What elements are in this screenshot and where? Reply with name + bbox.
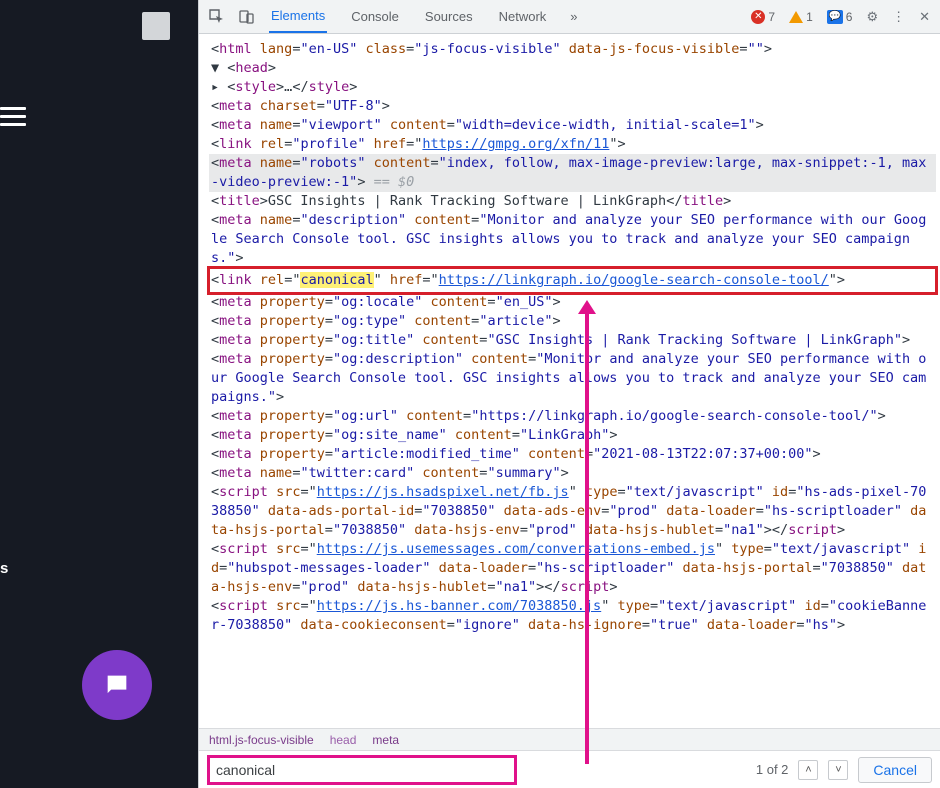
device-toggle-icon[interactable] [239, 9, 255, 25]
error-icon: ✕ [751, 10, 765, 24]
avatar[interactable] [142, 12, 170, 40]
annotation-arrow [585, 310, 589, 764]
dom-node[interactable]: <meta property="og:locale" content="en_U… [209, 293, 936, 312]
devtools-tabs: Elements Console Sources Network » [269, 0, 578, 33]
dom-node[interactable]: <meta property="og:title" content="GSC I… [209, 331, 936, 350]
close-icon[interactable]: ✕ [919, 9, 930, 25]
chat-icon [103, 671, 131, 699]
breadcrumb-item[interactable]: html.js-focus-visible [209, 733, 314, 747]
chat-launcher-button[interactable] [82, 650, 152, 720]
dom-node[interactable]: <script src="https://js.usemessages.com/… [209, 540, 936, 597]
dom-node[interactable]: ▸ <style>…</style> [209, 78, 936, 97]
error-count-badge[interactable]: ✕ 7 [751, 10, 775, 24]
devtools-panel: Elements Console Sources Network » ✕ 7 1… [198, 0, 940, 788]
find-bar: 1 of 2 ˄ ˅ Cancel [199, 750, 940, 788]
tab-elements[interactable]: Elements [269, 0, 327, 33]
dom-node[interactable]: <meta charset="UTF-8"> [209, 97, 936, 116]
tab-console[interactable]: Console [349, 0, 401, 33]
breadcrumb-item[interactable]: meta [372, 733, 399, 747]
find-next-button[interactable]: ˅ [828, 760, 848, 780]
find-prev-button[interactable]: ˄ [798, 760, 818, 780]
gear-icon[interactable]: ⚙ [866, 9, 878, 25]
kebab-menu-icon[interactable]: ⋮ [892, 9, 905, 25]
warning-count-badge[interactable]: 1 [789, 10, 813, 24]
dom-node[interactable]: <meta property="og:site_name" content="L… [209, 426, 936, 445]
warning-count: 1 [806, 10, 813, 24]
warning-icon [789, 11, 803, 23]
dom-node[interactable]: <meta property="og:description" content=… [209, 350, 936, 407]
dom-node[interactable]: <meta property="og:type" content="articl… [209, 312, 936, 331]
devtools-toolbar: Elements Console Sources Network » ✕ 7 1… [199, 0, 940, 34]
error-count: 7 [768, 10, 775, 24]
find-match-counter: 1 of 2 [756, 762, 789, 777]
tab-network[interactable]: Network [497, 0, 549, 33]
dom-node[interactable]: <meta name="description" content="Monito… [209, 211, 936, 268]
elements-dom-tree[interactable]: <html lang="en-US" class="js-focus-visib… [199, 34, 940, 728]
dom-node[interactable]: <script src="https://js.hsadspixel.net/f… [209, 483, 936, 540]
inspect-icon[interactable] [209, 9, 225, 25]
dom-node[interactable]: <meta name="twitter:card" content="summa… [209, 464, 936, 483]
dom-node[interactable]: <link rel="canonical" href="https://link… [209, 268, 936, 293]
dom-node[interactable]: <meta property="article:modified_time" c… [209, 445, 936, 464]
sidebar-text-fragment: s [0, 560, 8, 577]
dom-node[interactable]: <script src="https://js.hs-banner.com/70… [209, 597, 936, 635]
message-icon: 💬 [827, 10, 843, 24]
elements-breadcrumb[interactable]: html.js-focus-visible head meta [199, 728, 940, 750]
dom-node[interactable]: ▼ <head> [209, 59, 936, 78]
tabs-overflow-icon[interactable]: » [570, 9, 577, 24]
breadcrumb-item[interactable]: head [330, 733, 357, 747]
message-count-badge[interactable]: 💬 6 [827, 10, 853, 24]
dom-node[interactable]: <meta property="og:url" content="https:/… [209, 407, 936, 426]
dom-node[interactable]: <html lang="en-US" class="js-focus-visib… [209, 40, 936, 59]
find-input-highlight [207, 755, 517, 785]
tab-sources[interactable]: Sources [423, 0, 475, 33]
dom-node[interactable]: <title>GSC Insights | Rank Tracking Soft… [209, 192, 936, 211]
dom-node[interactable]: <meta name="robots" content="index, foll… [209, 154, 936, 192]
message-count: 6 [846, 10, 853, 24]
dom-node[interactable]: <link rel="profile" href="https://gmpg.o… [209, 135, 936, 154]
find-input[interactable] [216, 762, 508, 778]
find-cancel-button[interactable]: Cancel [858, 757, 932, 783]
app-left-sidebar: s [0, 0, 198, 788]
dom-node[interactable]: <meta name="viewport" content="width=dev… [209, 116, 936, 135]
hamburger-icon[interactable] [0, 102, 26, 128]
